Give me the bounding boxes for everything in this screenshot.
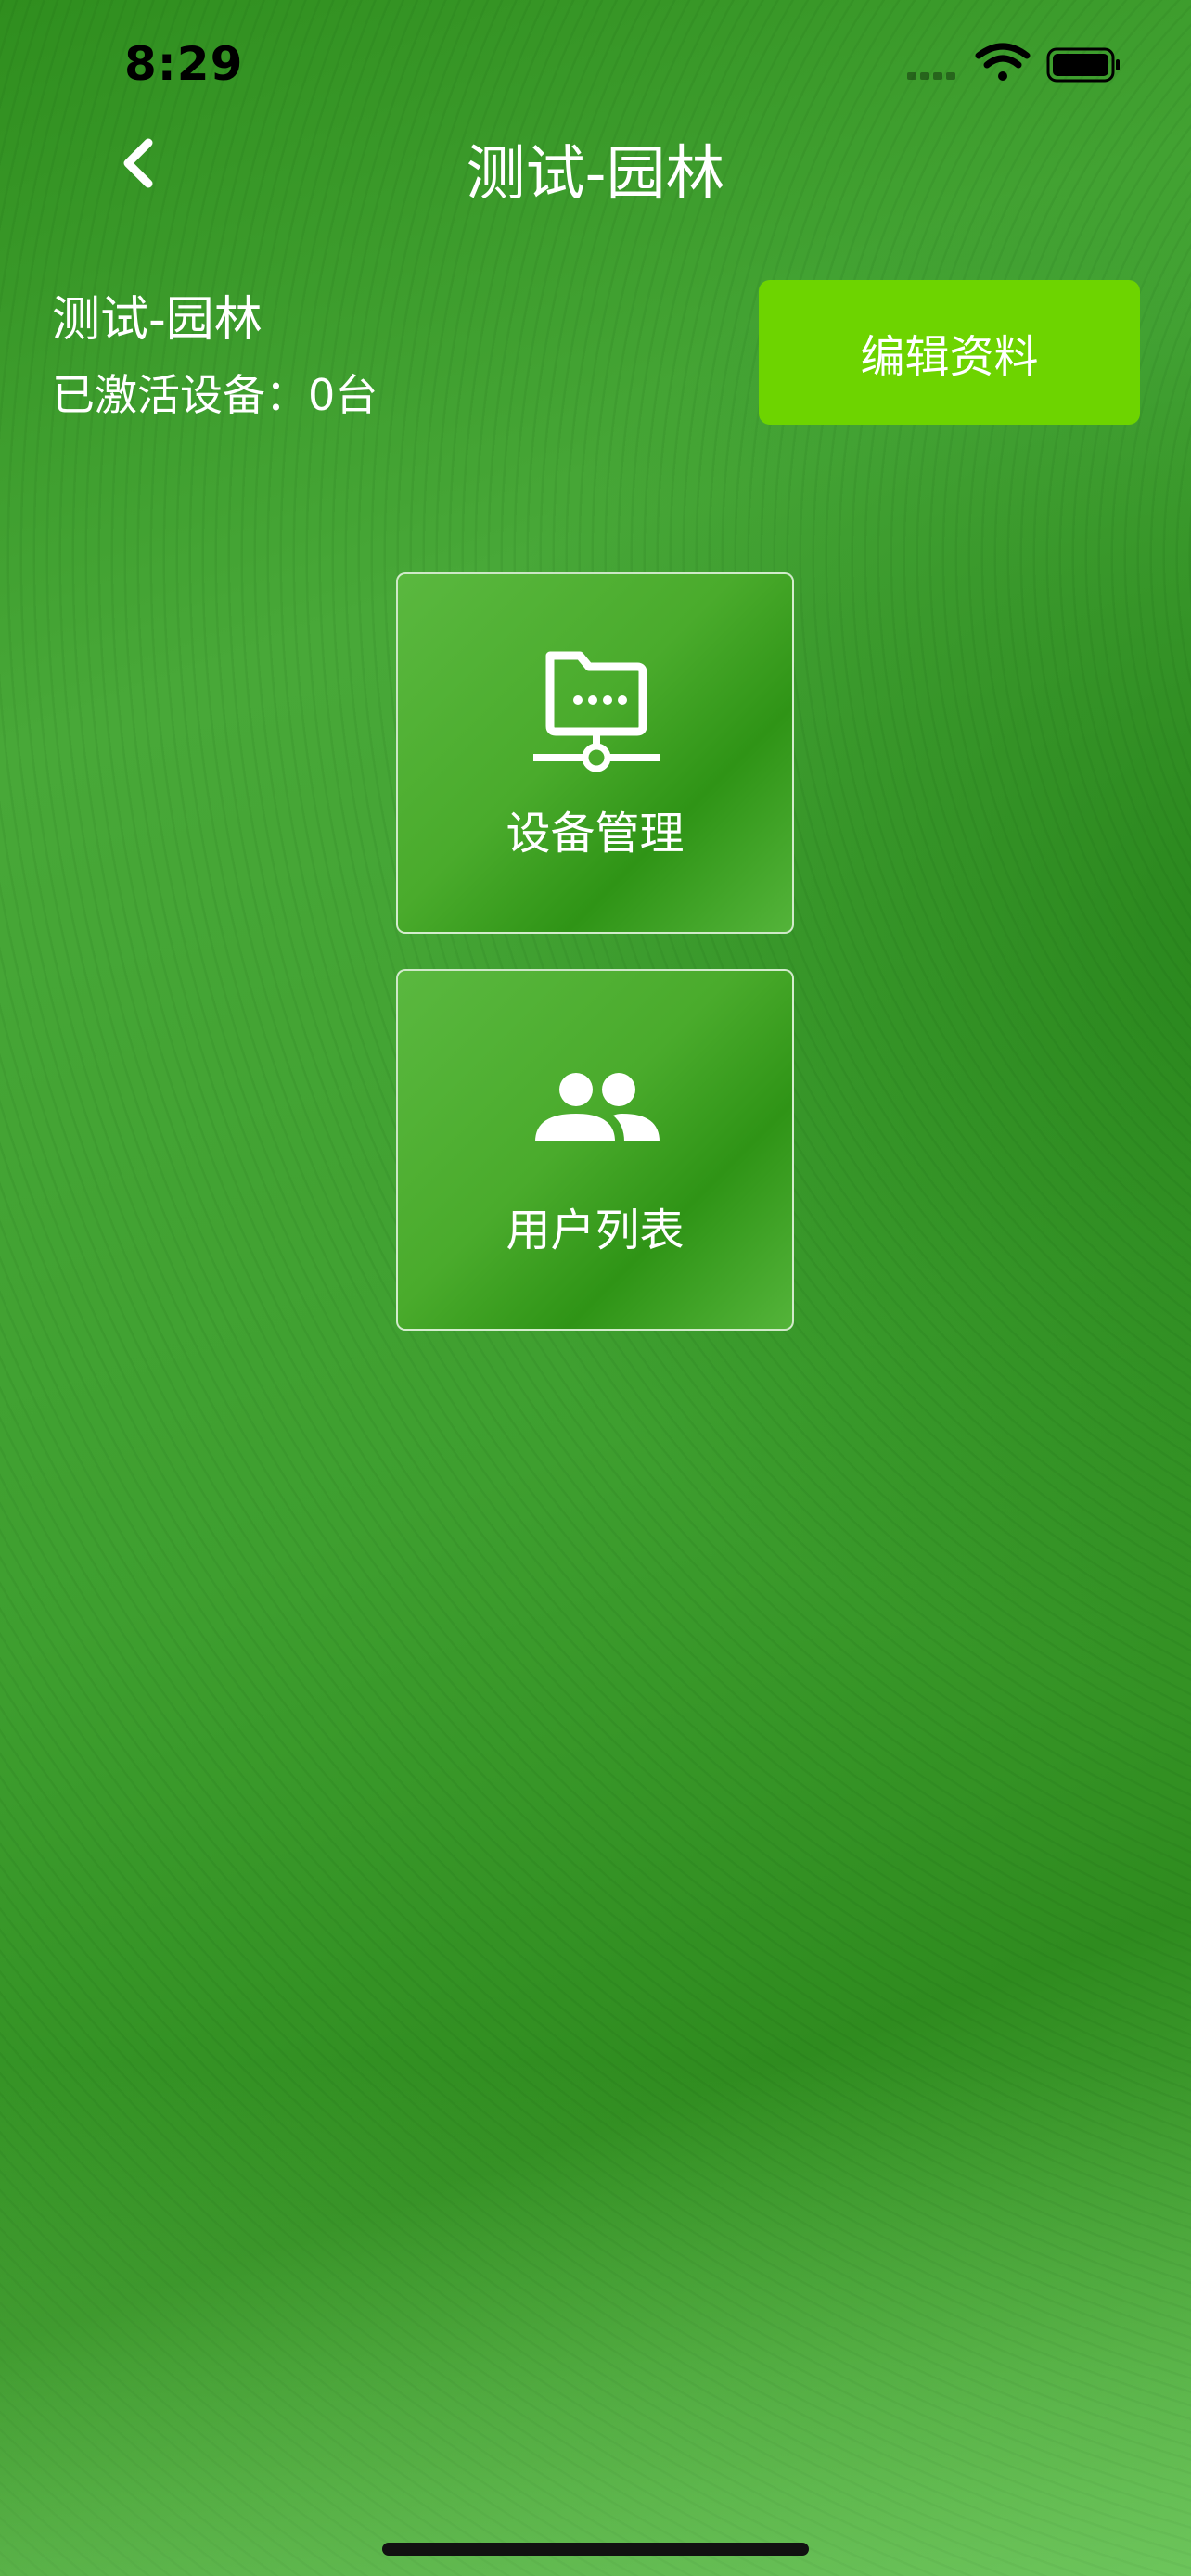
edit-profile-label: 编辑资料 <box>860 331 1039 383</box>
device-count-label: 已激活设备： <box>52 370 308 420</box>
user-list-tile[interactable]: 用户列表 <box>396 969 794 1331</box>
device-count-value: 0台 <box>308 370 378 420</box>
device-management-label: 设备管理 <box>506 808 685 860</box>
edit-profile-button[interactable]: 编辑资料 <box>759 280 1140 425</box>
user-list-label: 用户列表 <box>506 1205 685 1256</box>
cellular-signal-icon <box>907 72 955 80</box>
status-time: 8:29 <box>124 37 244 91</box>
network-folder-icon <box>533 651 660 772</box>
battery-icon <box>1046 47 1120 83</box>
org-name: 测试-园林 <box>52 292 263 348</box>
wifi-icon <box>975 43 1031 81</box>
page-title: 测试-园林 <box>466 140 725 209</box>
status-icons <box>907 43 1121 89</box>
device-management-tile[interactable]: 设备管理 <box>396 572 794 934</box>
device-count: 已激活设备：0台 <box>52 362 378 423</box>
home-indicator[interactable] <box>382 2543 809 2556</box>
users-icon <box>535 1073 660 1141</box>
